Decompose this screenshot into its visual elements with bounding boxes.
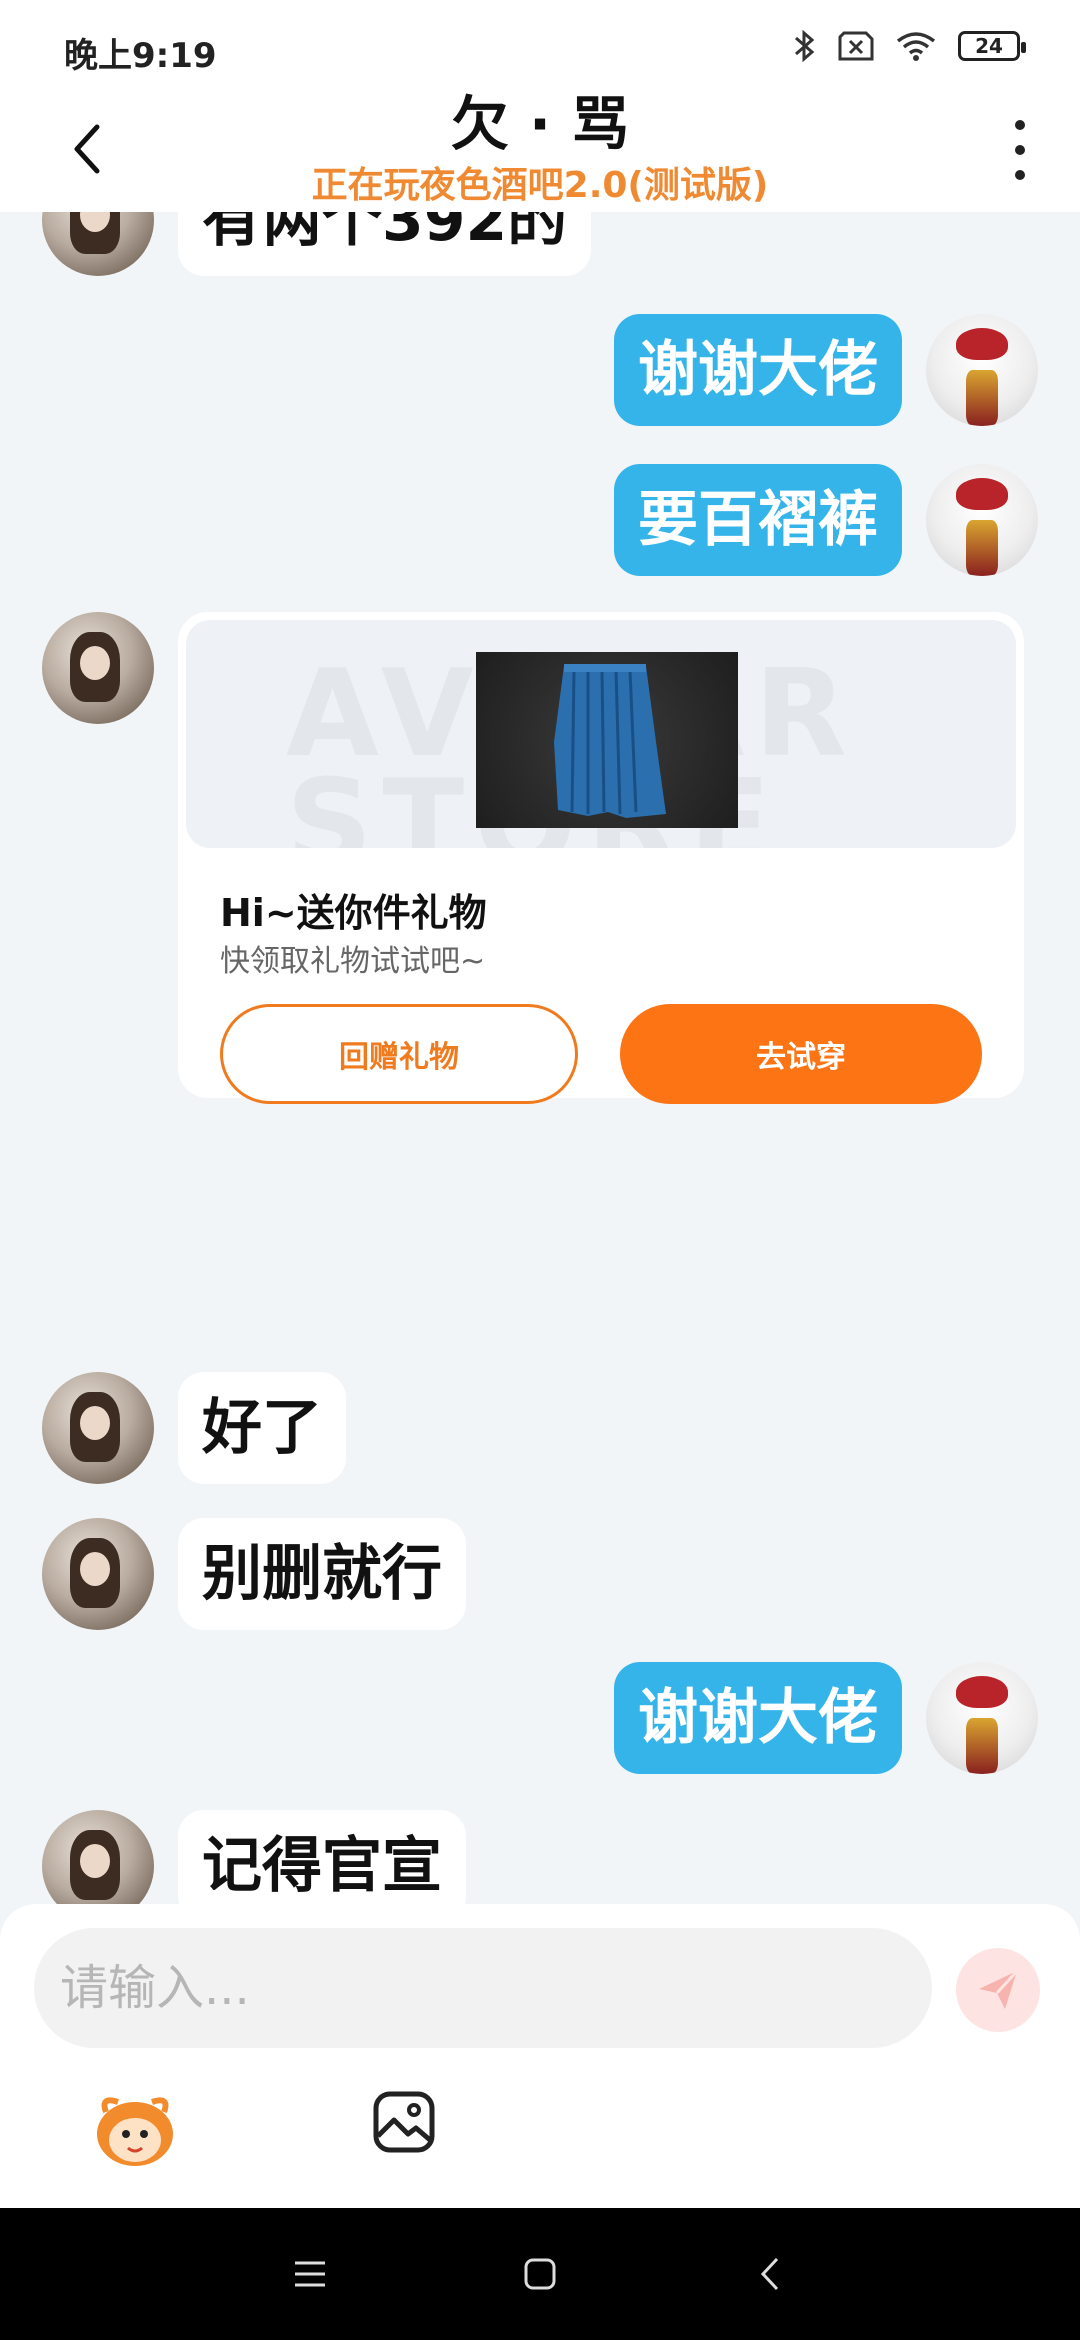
message-item: 记得官宣: [42, 1810, 466, 1904]
gift-card[interactable]: AVATAR STORE Hi~送你件礼物 快领取礼物试试吧~ 回赠礼物 去试穿: [178, 612, 1024, 1104]
message-input-container: [34, 1928, 932, 2048]
message-item: [42, 612, 154, 724]
try-on-button[interactable]: 去试穿: [620, 1004, 982, 1104]
message-item: 要百褶裤: [614, 464, 1038, 576]
status-bar: 晚上9:19 24: [0, 0, 1080, 92]
bluetooth-icon: [792, 28, 816, 64]
gift-image-area: AVATAR STORE: [186, 620, 1016, 848]
return-gift-button[interactable]: 回赠礼物: [220, 1004, 578, 1104]
send-button[interactable]: [956, 1948, 1040, 2032]
message-bubble[interactable]: 记得官宣: [178, 1810, 466, 1904]
avatar[interactable]: [42, 612, 154, 724]
avatar[interactable]: [926, 314, 1038, 426]
pleated-pants-image: [476, 652, 738, 828]
status-icons: 24: [792, 28, 1026, 64]
message-bubble[interactable]: 别删就行: [178, 1518, 466, 1630]
chat-title: 欠 · 骂: [450, 90, 630, 158]
image-icon[interactable]: [372, 2090, 436, 2154]
avatar[interactable]: [926, 1662, 1038, 1774]
message-bubble[interactable]: 谢谢大佬: [614, 314, 902, 426]
message-bubble[interactable]: 谢谢大佬: [614, 1662, 902, 1774]
send-icon: [979, 1969, 1019, 2009]
home-icon[interactable]: [520, 2254, 560, 2294]
message-input[interactable]: [34, 1928, 932, 2048]
input-area: [0, 1904, 1080, 2208]
menu-icon[interactable]: [290, 2254, 330, 2294]
message-item: 谢谢大佬: [614, 1662, 1038, 1774]
avatar[interactable]: [42, 1810, 154, 1904]
message-item: 有两个392的: [42, 212, 592, 276]
message-list[interactable]: 有两个392的 谢谢大佬 要百褶裤 AVATAR STORE: [0, 212, 1080, 1904]
chat-screen: 晚上9:19 24 欠 · 骂 正在玩夜色酒吧2.0(测试版) 有两个392的: [0, 0, 1080, 2340]
message-item: 谢谢大佬: [614, 314, 1038, 426]
avatar[interactable]: [42, 212, 154, 276]
avatar[interactable]: [42, 1518, 154, 1630]
battery-indicator: 24: [958, 31, 1026, 61]
nav-back-icon[interactable]: [750, 2254, 790, 2294]
message-bubble[interactable]: 有两个392的: [178, 212, 592, 276]
gift-title: Hi~送你件礼物: [220, 891, 487, 935]
mascot-icon[interactable]: [92, 2090, 178, 2168]
gift-subtitle: 快领取礼物试试吧~: [220, 944, 486, 979]
system-nav-bar: [0, 2208, 1080, 2340]
avatar[interactable]: [926, 464, 1038, 576]
message-bubble[interactable]: 好了: [178, 1372, 346, 1484]
message-bubble[interactable]: 要百褶裤: [614, 464, 902, 576]
sim-icon: [838, 31, 874, 61]
avatar[interactable]: [42, 1372, 154, 1484]
message-item: 好了: [42, 1372, 346, 1484]
wifi-icon: [896, 31, 936, 61]
message-item: 别删就行: [42, 1518, 466, 1630]
chat-subtitle: 正在玩夜色酒吧2.0(测试版): [311, 165, 769, 206]
status-time: 晚上9:19: [64, 36, 217, 76]
